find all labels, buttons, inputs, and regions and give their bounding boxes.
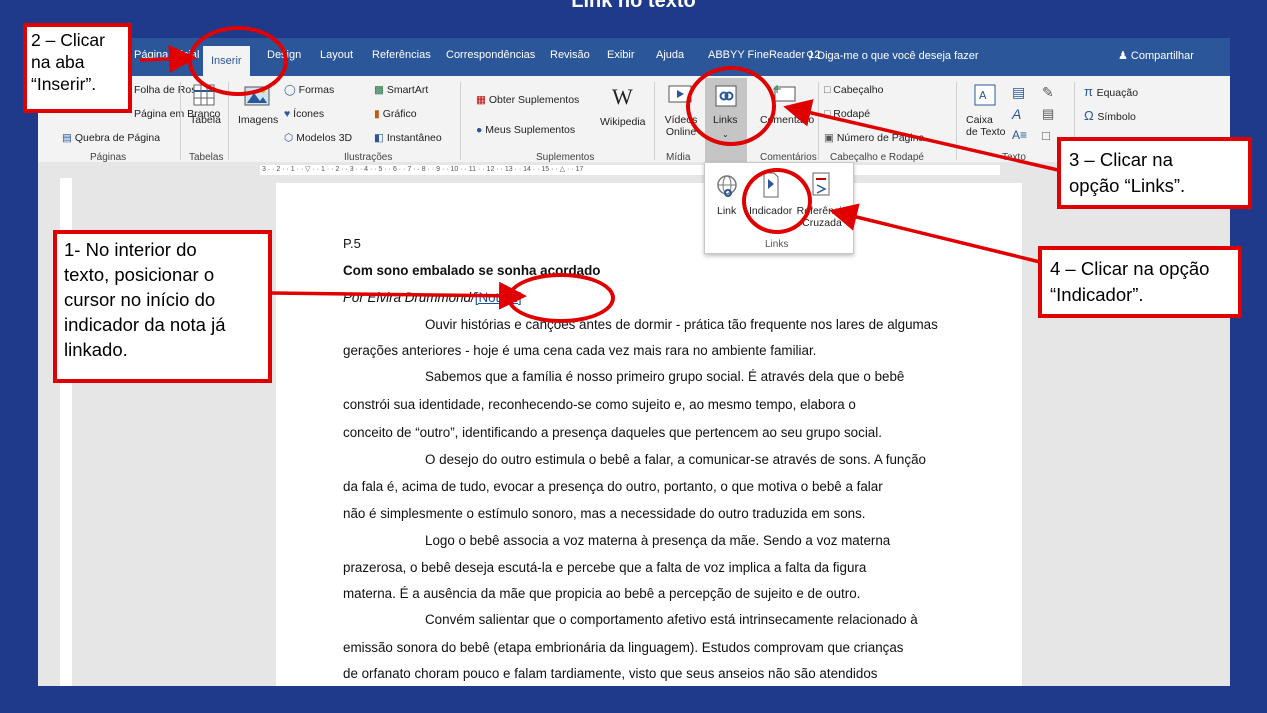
- callout-line: opção “Links”.: [1069, 175, 1186, 196]
- callout-line: texto, posicionar o: [64, 264, 215, 285]
- callout-line: na aba: [31, 52, 85, 72]
- callout-line: cursor no início do: [64, 289, 216, 310]
- callout-step-1: 1- No interior do texto, posicionar o cu…: [53, 230, 272, 383]
- callout-line: “Inserir”.: [31, 74, 97, 94]
- inserir-highlight-ring: [188, 26, 288, 96]
- indicador-highlight-ring: [742, 168, 812, 234]
- callout-step-4: 4 – Clicar na opção “Indicador”.: [1038, 246, 1242, 318]
- callout-line: 3 – Clicar na: [1069, 149, 1173, 170]
- callout-line: “Indicador”.: [1050, 284, 1144, 305]
- note-highlight-ring: [507, 273, 615, 323]
- callout-line: linkado.: [64, 339, 128, 360]
- callout-line: 4 – Clicar na opção: [1050, 258, 1210, 279]
- callout-line: indicador da nota já: [64, 314, 226, 335]
- callout-line: 2 – Clicar: [31, 30, 105, 50]
- links-highlight-ring: [686, 66, 776, 146]
- callout-line: 1- No interior do: [64, 239, 197, 260]
- callout-step-2: 2 – Clicar na aba “Inserir”.: [23, 23, 132, 113]
- callout-step-3: 3 – Clicar na opção “Links”.: [1057, 137, 1252, 209]
